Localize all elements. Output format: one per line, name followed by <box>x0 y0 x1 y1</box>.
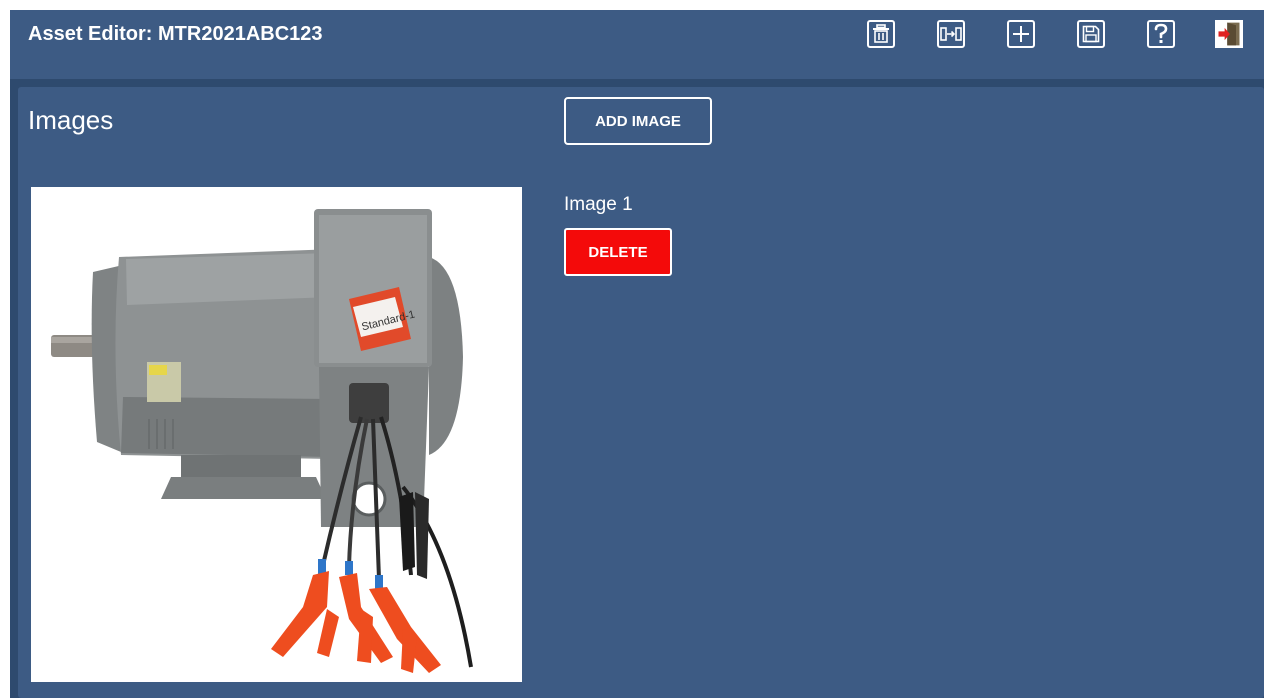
save-icon <box>1082 25 1100 43</box>
image-thumbnail[interactable]: Standard-1 <box>31 187 522 682</box>
plus-icon <box>1013 26 1029 42</box>
delete-image-button[interactable]: DELETE <box>564 228 672 276</box>
trash-icon <box>873 24 889 43</box>
transfer-icon <box>940 27 962 41</box>
exit-button[interactable] <box>1215 20 1243 48</box>
exit-door-icon <box>1215 20 1243 48</box>
help-icon <box>1154 23 1168 43</box>
page-title: Asset Editor: MTR2021ABC123 <box>28 23 323 45</box>
add-image-button[interactable]: ADD IMAGE <box>564 97 712 145</box>
save-button[interactable] <box>1077 20 1105 48</box>
help-button[interactable] <box>1147 20 1175 48</box>
images-section-title: Images <box>28 105 114 135</box>
transfer-button[interactable] <box>937 20 965 48</box>
image-label: Image 1 <box>564 194 633 215</box>
delete-asset-button[interactable] <box>867 20 895 48</box>
add-button[interactable] <box>1007 20 1035 48</box>
electric-motor-photo: Standard-1 <box>51 209 473 673</box>
